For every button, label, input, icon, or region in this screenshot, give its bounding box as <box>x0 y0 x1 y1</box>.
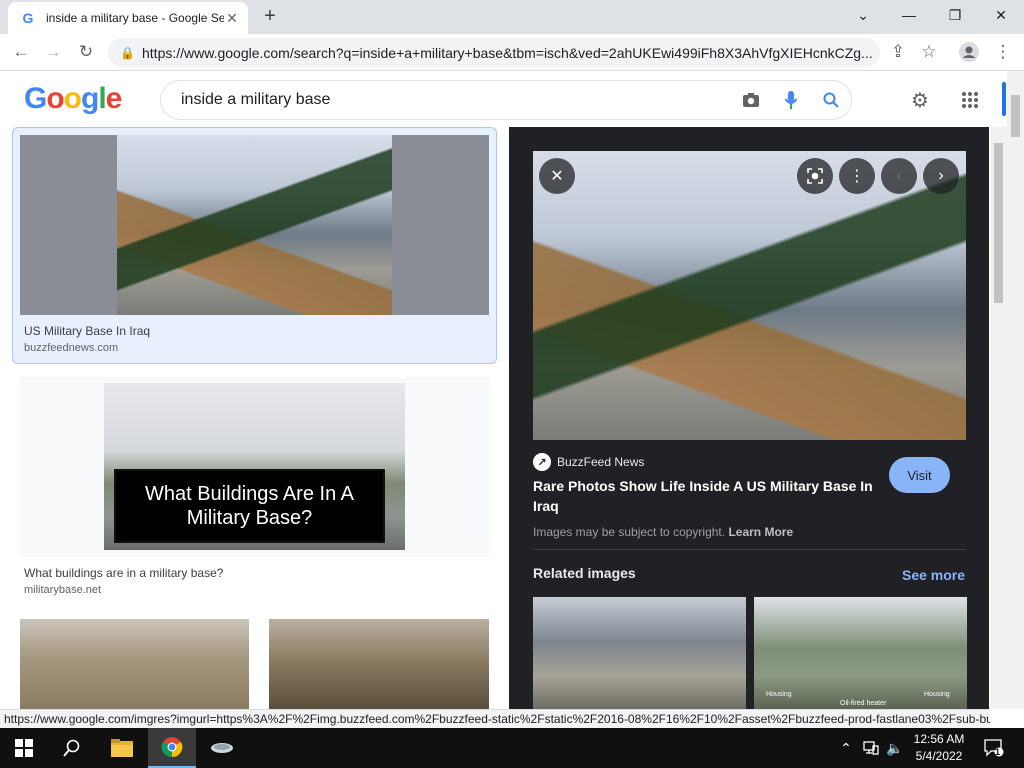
search-box[interactable]: inside a military base <box>160 80 852 120</box>
result-thumbnail-1[interactable] <box>20 135 489 315</box>
see-more-link[interactable]: See more <box>902 567 965 583</box>
lock-icon[interactable]: 🔒 <box>120 46 135 60</box>
google-logo[interactable]: Google <box>24 82 123 116</box>
system-clock[interactable]: 12:56 AM 5/4/2022 <box>906 731 972 765</box>
settings-gear-icon[interactable]: ⚙ <box>906 86 934 114</box>
page-scrollbar-thumb[interactable] <box>1011 95 1020 137</box>
source-name[interactable]: BuzzFeed News <box>557 455 644 469</box>
address-bar[interactable]: 🔒 https://www.google.com/search?q=inside… <box>108 38 880 67</box>
preview-image[interactable] <box>533 151 966 440</box>
result-thumbnail-2[interactable]: What Buildings Are In A Military Base? <box>104 383 405 550</box>
previous-image-icon[interactable]: ‹ <box>881 158 917 194</box>
reload-icon[interactable]: ↻ <box>73 39 99 65</box>
panel-scrollbar[interactable] <box>990 127 1007 709</box>
google-logo-letter: o <box>46 82 64 115</box>
result-domain-2[interactable]: militarybase.net <box>24 584 101 596</box>
show-hidden-icons-chevron-icon[interactable]: ⌃ <box>836 728 856 768</box>
microphone-icon[interactable] <box>771 80 811 120</box>
close-tab-icon[interactable]: ✕ <box>224 10 240 26</box>
close-preview-icon[interactable]: ✕ <box>539 158 575 194</box>
action-center-icon[interactable]: 1 <box>980 728 1008 768</box>
google-logo-letter: e <box>105 82 123 115</box>
preview-divider <box>533 549 966 550</box>
preview-title[interactable]: Rare Photos Show Life Inside A US Milita… <box>533 476 878 516</box>
result-domain-1[interactable]: buzzfeednews.com <box>24 342 118 354</box>
clock-time: 12:56 AM <box>913 732 965 746</box>
related-image-label: Housing <box>924 691 950 698</box>
related-images-heading: Related images <box>533 565 636 581</box>
result-caption-1[interactable]: US Military Base In Iraq <box>24 324 150 338</box>
panel-scrollbar-thumb[interactable] <box>994 143 1003 303</box>
windows-start-icon[interactable] <box>0 728 48 768</box>
google-logo-letter: G <box>24 82 47 115</box>
learn-more-link[interactable]: Learn More <box>728 525 793 539</box>
url-text[interactable]: https://www.google.com/search?q=inside+a… <box>142 45 872 61</box>
file-explorer-icon[interactable] <box>98 728 146 768</box>
image-result-1[interactable]: US Military Base In Iraq buzzfeednews.co… <box>12 127 497 364</box>
more-options-icon[interactable]: ⋮ <box>839 158 875 194</box>
preview-source[interactable]: ↗ BuzzFeed News <box>533 453 644 471</box>
link-status-bar: https://www.google.com/imgres?imgurl=htt… <box>0 709 990 728</box>
chrome-menu-icon[interactable]: ⋮ <box>990 39 1016 65</box>
google-logo-text: Google <box>24 82 123 115</box>
taskbar-app-icon[interactable] <box>198 728 246 768</box>
clock-date: 5/4/2022 <box>915 749 963 763</box>
search-icon[interactable] <box>811 80 851 120</box>
profile-avatar-icon[interactable] <box>956 39 982 65</box>
taskbar-search-icon[interactable] <box>48 728 96 768</box>
notification-count: 1 <box>995 747 1001 757</box>
minimize-button[interactable]: — <box>886 0 932 30</box>
camera-search-icon[interactable] <box>731 80 771 120</box>
browser-toolbar: ← → ↻ 🔒 https://www.google.com/search?q=… <box>0 34 1024 71</box>
tab-search-chevron-icon[interactable]: ⌄ <box>840 0 886 30</box>
apps-grid-icon[interactable] <box>956 86 984 114</box>
forward-arrow-icon[interactable]: → <box>40 39 66 65</box>
account-indicator <box>1002 82 1006 116</box>
tab-title: inside a military base - Google Se <box>46 11 224 25</box>
google-logo-letter: l <box>98 82 106 115</box>
google-logo-letter: o <box>63 82 82 115</box>
visit-button[interactable]: Visit <box>889 457 950 493</box>
new-tab-button[interactable]: + <box>258 4 282 28</box>
windows-taskbar: ⌃ 🔈 12:56 AM 5/4/2022 1 <box>0 728 1024 768</box>
lens-search-icon[interactable] <box>797 158 833 194</box>
next-image-icon[interactable]: › <box>923 158 959 194</box>
chrome-taskbar-icon[interactable] <box>148 728 196 768</box>
thumbnail-overlay-text: What Buildings Are In A Military Base? <box>114 469 385 543</box>
related-image-label: Housing <box>766 691 792 698</box>
result-thumbnail-3[interactable] <box>20 619 249 709</box>
share-icon[interactable]: ⇪ <box>885 39 911 65</box>
google-logo-letter: g <box>81 82 99 115</box>
image-preview-panel: ✕ ⋮ ‹ › ↗ BuzzFeed News Rare Photos Show… <box>509 127 989 710</box>
back-arrow-icon[interactable]: ← <box>8 39 34 65</box>
browser-tab[interactable]: G inside a military base - Google Se ✕ <box>8 2 248 34</box>
related-image-label: Oil-fired heater <box>840 700 887 707</box>
image-result-2[interactable]: What Buildings Are In A Military Base? <box>20 377 489 557</box>
close-window-button[interactable]: ✕ <box>978 0 1024 30</box>
copyright-notice: Images may be subject to copyright. Lear… <box>533 525 793 539</box>
tab-strip: G inside a military base - Google Se ✕ +… <box>0 0 1024 34</box>
restore-button[interactable]: ❐ <box>932 0 978 30</box>
related-image-1[interactable] <box>533 597 746 710</box>
copyright-text: Images may be subject to copyright. <box>533 525 726 539</box>
tent-interior-image <box>117 135 392 315</box>
buzzfeed-logo-icon: ↗ <box>533 453 551 471</box>
google-favicon-icon: G <box>22 10 34 26</box>
search-input[interactable]: inside a military base <box>181 91 731 109</box>
network-icon[interactable] <box>860 728 882 768</box>
result-thumbnail-4[interactable] <box>269 619 489 709</box>
page-scrollbar[interactable] <box>1007 71 1024 709</box>
result-caption-2[interactable]: What buildings are in a military base? <box>24 566 223 580</box>
volume-icon[interactable]: 🔈 <box>884 728 906 768</box>
related-image-2[interactable]: Housing Oil-fired heater Housing <box>754 597 967 710</box>
bookmark-star-icon[interactable]: ☆ <box>916 39 942 65</box>
